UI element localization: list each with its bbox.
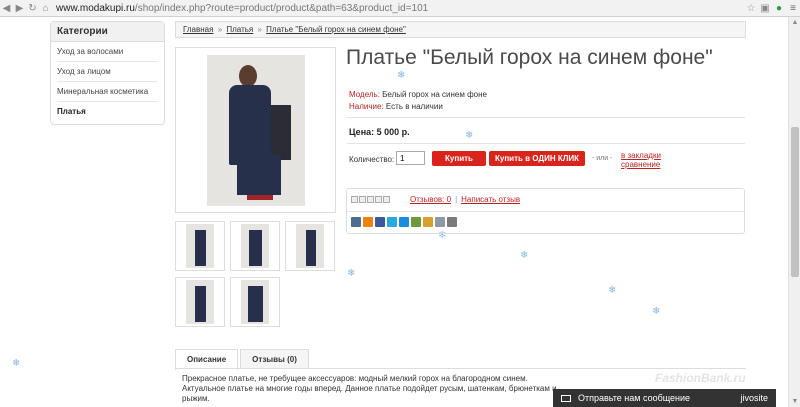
breadcrumb: Главная » Платья » Платье "Белый горох н… xyxy=(175,21,746,38)
browser-toolbar: ◀ ▶ ↻ ⌂ www.modakupi.ru/shop/index.php?r… xyxy=(0,0,800,17)
product-title: Платье "Белый горох на синем фоне" xyxy=(346,46,713,69)
yandex-icon[interactable] xyxy=(423,217,433,227)
extension-icon[interactable]: ▣ xyxy=(758,3,772,14)
rating-stars xyxy=(351,196,390,203)
or-separator: - или - xyxy=(592,155,613,162)
product-thumbnail[interactable] xyxy=(285,221,335,271)
breadcrumb-home[interactable]: Главная xyxy=(183,25,213,34)
divider xyxy=(347,211,744,212)
url-path: /shop/index.php?route=product/product&pa… xyxy=(134,2,429,14)
address-bar[interactable]: www.modakupi.ru/shop/index.php?route=pro… xyxy=(56,1,744,16)
product-price: Цена: 5 000 р. xyxy=(349,127,410,137)
tab-reviews[interactable]: Отзывы (0) xyxy=(240,349,309,369)
menu-icon[interactable]: ≡ xyxy=(786,3,800,14)
write-review-link[interactable]: Написать отзыв xyxy=(461,195,520,204)
url-host: www.modakupi.ru xyxy=(56,2,135,14)
divider xyxy=(347,143,745,144)
buy-button[interactable]: Купить xyxy=(432,151,486,166)
vk-icon[interactable] xyxy=(351,217,361,227)
chat-label: Отправьте нам сообщение xyxy=(578,393,691,403)
divider xyxy=(347,117,745,118)
availability-value: Есть в наличии xyxy=(385,102,443,111)
product-thumbnail[interactable] xyxy=(230,277,280,327)
scroll-up-icon[interactable]: ▲ xyxy=(789,19,800,26)
breadcrumb-current[interactable]: Платье "Белый горох на синем фоне" xyxy=(266,25,406,34)
add-to-wishlist-link[interactable]: в закладки xyxy=(621,151,661,160)
chat-brand: jivosite xyxy=(740,393,768,403)
watermark: FashionBank.ru xyxy=(655,371,746,385)
wishlist-compare-links: в закладки сравнение xyxy=(621,151,661,169)
quantity-input[interactable] xyxy=(396,151,425,165)
sidebar-item-face-care[interactable]: Уход за лицом xyxy=(57,62,158,82)
snowflake-icon: ❄ xyxy=(608,285,617,296)
star-empty-icon xyxy=(383,196,390,203)
back-icon[interactable]: ◀ xyxy=(0,3,13,14)
facebook-icon[interactable] xyxy=(375,217,385,227)
livejournal-icon[interactable] xyxy=(411,217,421,227)
snowflake-icon: ❄ xyxy=(12,358,21,369)
model-label: Модель: xyxy=(349,90,380,99)
availability-label: Наличие: xyxy=(349,102,384,111)
main-product-image[interactable] xyxy=(175,47,336,213)
product-description: Прекрасное платье, не требущее аксессуар… xyxy=(182,374,557,403)
snowflake-icon: ❄ xyxy=(652,306,661,317)
snowflake-icon: ❄ xyxy=(347,268,356,279)
quantity-label: Количество: xyxy=(349,155,395,164)
product-tabs: Описание Отзывы (0) xyxy=(175,349,311,370)
snowflake-icon: ❄ xyxy=(465,130,474,141)
print-icon[interactable] xyxy=(447,217,457,227)
review-separator: | xyxy=(455,195,458,204)
star-empty-icon xyxy=(367,196,374,203)
model-value: Белый горох на синем фоне xyxy=(382,90,487,99)
email-icon[interactable] xyxy=(435,217,445,227)
star-empty-icon xyxy=(351,196,358,203)
forward-icon[interactable]: ▶ xyxy=(13,3,26,14)
sidebar-title: Категории xyxy=(51,22,164,42)
star-empty-icon xyxy=(375,196,382,203)
product-model-row: Модель: Белый горох на синем фоне xyxy=(349,90,487,99)
category-list: Уход за волосами Уход за лицом Минеральн… xyxy=(51,42,164,122)
product-photo xyxy=(207,55,305,206)
breadcrumb-dresses[interactable]: Платья xyxy=(226,25,253,34)
review-links: Отзывов: 0 | Написать отзыв xyxy=(410,195,520,204)
sidebar-item-hair-care[interactable]: Уход за волосами xyxy=(57,42,158,62)
page-scrollbar[interactable]: ▲ ▼ xyxy=(788,17,800,407)
star-bookmark-icon[interactable]: ☆ xyxy=(744,3,758,14)
envelope-icon xyxy=(561,394,571,402)
breadcrumb-separator: » xyxy=(257,25,262,34)
snowflake-icon: ❄ xyxy=(397,70,406,81)
home-icon[interactable]: ⌂ xyxy=(39,3,52,14)
chat-widget-button[interactable]: Отправьте нам сообщение jivosite xyxy=(553,389,776,407)
reviews-count-link[interactable]: Отзывов: 0 xyxy=(410,195,451,204)
snowflake-icon: ❄ xyxy=(520,250,529,261)
twitter-icon[interactable] xyxy=(387,217,397,227)
scroll-thumb[interactable] xyxy=(791,127,799,277)
star-empty-icon xyxy=(359,196,366,203)
product-thumbnail[interactable] xyxy=(175,277,225,327)
sidebar-item-mineral-cosmetics[interactable]: Минеральная косметика xyxy=(57,82,158,102)
product-thumbnail[interactable] xyxy=(230,221,280,271)
odnoklassniki-icon[interactable] xyxy=(363,217,373,227)
breadcrumb-separator: » xyxy=(217,25,223,34)
chrome-apps-icon[interactable]: ● xyxy=(772,3,786,14)
review-share-box: Отзывов: 0 | Написать отзыв xyxy=(346,188,745,234)
one-click-buy-button[interactable]: Купить в ОДИН КЛИК xyxy=(489,151,585,166)
tab-divider xyxy=(175,368,746,369)
product-availability-row: Наличие: Есть в наличии xyxy=(349,102,443,111)
add-to-compare-link[interactable]: сравнение xyxy=(621,160,661,169)
category-sidebar: Категории Уход за волосами Уход за лицом… xyxy=(50,21,165,125)
reload-icon[interactable]: ↻ xyxy=(26,3,39,14)
share-buttons xyxy=(351,217,457,227)
tab-description[interactable]: Описание xyxy=(175,349,239,370)
product-thumbnail[interactable] xyxy=(175,221,225,271)
mailru-icon[interactable] xyxy=(399,217,409,227)
sidebar-item-dresses[interactable]: Платья xyxy=(57,102,158,122)
scroll-down-icon[interactable]: ▼ xyxy=(789,398,800,405)
